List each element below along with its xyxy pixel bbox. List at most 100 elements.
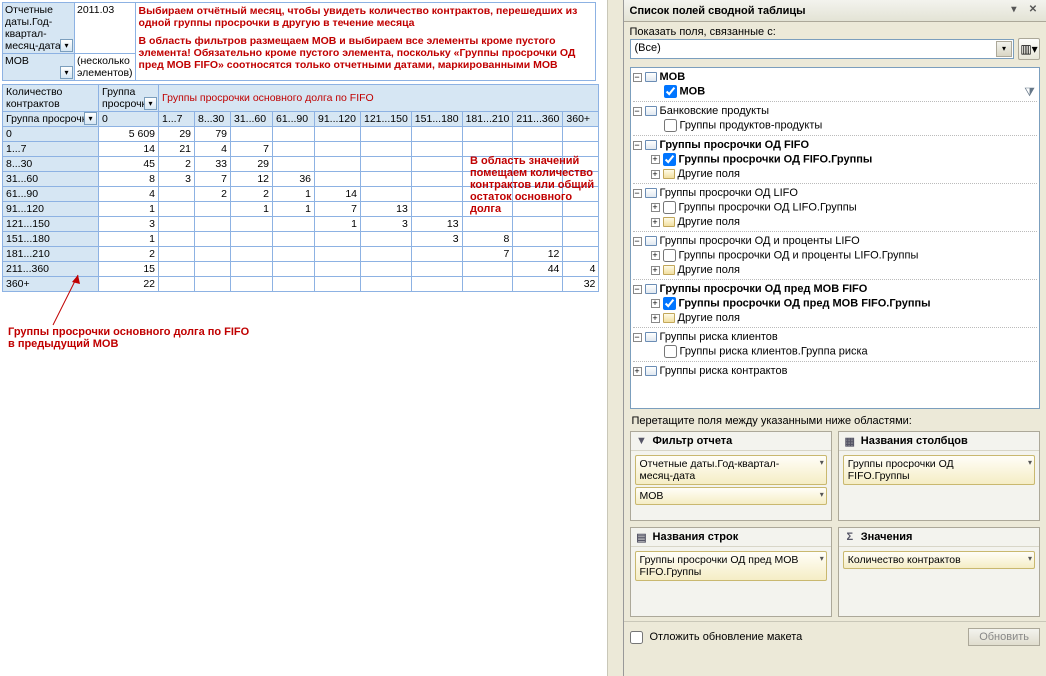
expand-icon[interactable]: + (633, 367, 642, 376)
tree-group[interactable]: −Группы просрочки ОД и проценты LIFO (633, 234, 1038, 248)
expand-icon[interactable]: + (651, 155, 660, 164)
row-header[interactable]: 1...7 (3, 142, 99, 157)
column-field-header[interactable]: Группа просрочки▾ (99, 85, 159, 112)
row-header[interactable]: 181...210 (3, 247, 99, 262)
field-chip[interactable]: Количество контрактов▾ (843, 551, 1035, 569)
data-cell (315, 142, 361, 157)
column-header[interactable]: 1...7 (159, 112, 195, 127)
expand-icon[interactable]: + (651, 266, 660, 275)
close-icon[interactable]: ✕ (1026, 4, 1040, 18)
column-header[interactable]: 61...90 (273, 112, 315, 127)
expand-icon[interactable]: + (651, 203, 660, 212)
chevron-down-icon[interactable]: ▾ (144, 97, 157, 110)
expand-icon[interactable]: − (633, 237, 642, 246)
tree-field[interactable]: +Группы просрочки ОД пред MOB FIFO.Групп… (633, 296, 1038, 311)
filter-dropdown-icon[interactable]: ▾ (60, 66, 73, 79)
column-header[interactable]: 31...60 (231, 112, 273, 127)
tree-field[interactable]: +Другие поля (633, 215, 1038, 229)
tree-group[interactable]: −Банковские продукты (633, 104, 1038, 118)
expand-icon[interactable]: + (651, 314, 660, 323)
field-checkbox[interactable] (664, 119, 677, 132)
data-cell: 2 (159, 157, 195, 172)
field-checkbox[interactable] (664, 85, 677, 98)
tree-group[interactable]: +Группы риска контрактов (633, 364, 1038, 378)
tree-field[interactable]: Группы риска клиентов.Группа риска (633, 344, 1038, 359)
column-header[interactable]: 181...210 (462, 112, 513, 127)
column-header[interactable]: 121...150 (361, 112, 412, 127)
arrow-annotation (48, 270, 88, 330)
column-header[interactable]: 8...30 (195, 112, 231, 127)
field-chip[interactable]: Группы просрочки ОД FIFO.Группы▾ (843, 455, 1035, 485)
chevron-down-icon[interactable]: ▾ (820, 458, 824, 467)
data-cell: 13 (411, 217, 462, 232)
expand-icon[interactable]: − (633, 333, 642, 342)
expand-icon[interactable]: − (633, 107, 642, 116)
tree-field[interactable]: +Другие поля (633, 263, 1038, 277)
chevron-down-icon[interactable]: ▾ (1028, 458, 1032, 467)
chevron-down-icon[interactable]: ▾ (996, 41, 1012, 57)
field-checkbox[interactable] (663, 201, 676, 214)
tree-field[interactable]: +Другие поля (633, 167, 1038, 181)
expand-icon[interactable]: − (633, 189, 642, 198)
related-combo[interactable]: (Все) ▾ (630, 39, 1015, 59)
expand-icon[interactable]: + (651, 170, 660, 179)
tree-group[interactable]: −Группы просрочки ОД FIFO (633, 138, 1038, 152)
field-checkbox[interactable] (663, 249, 676, 262)
column-header[interactable]: 151...180 (411, 112, 462, 127)
zone-row-labels[interactable]: ▤Названия строк Группы просрочки ОД пред… (630, 527, 832, 617)
filter-icon[interactable]: ⧩ (1024, 85, 1035, 100)
field-checkbox[interactable] (663, 153, 676, 166)
vertical-scrollbar[interactable] (607, 0, 623, 676)
tree-field[interactable]: +Группы просрочки ОД и проценты LIFO.Гру… (633, 248, 1038, 263)
expand-icon[interactable]: − (633, 73, 642, 82)
row-header[interactable]: 0 (3, 127, 99, 142)
zone-values[interactable]: ΣЗначения Количество контрактов▾ (838, 527, 1040, 617)
filter-date-value[interactable]: 2011.03 (75, 3, 136, 54)
column-header[interactable]: 91...120 (315, 112, 361, 127)
expand-icon[interactable]: + (651, 299, 660, 308)
field-tree[interactable]: −MOBMOB⧩ −Банковские продуктыГруппы проду… (630, 67, 1041, 409)
field-checkbox[interactable] (664, 345, 677, 358)
row-header[interactable]: 91...120 (3, 202, 99, 217)
tree-group[interactable]: −Группы просрочки ОД пред MOB FIFO (633, 282, 1038, 296)
field-checkbox[interactable] (663, 297, 676, 310)
zone-report-filter[interactable]: ▼Фильтр отчета Отчетные даты.Год-квартал… (630, 431, 832, 521)
defer-checkbox-input[interactable] (630, 631, 643, 644)
row-header[interactable]: 61...90 (3, 187, 99, 202)
expand-icon[interactable]: + (651, 218, 660, 227)
expand-icon[interactable]: − (633, 285, 642, 294)
field-chip[interactable]: Группы просрочки ОД пред MOB FIFO.Группы… (635, 551, 827, 581)
layout-options-button[interactable]: ▥▾ (1018, 38, 1040, 60)
tree-field[interactable]: +Группы просрочки ОД FIFO.Группы (633, 152, 1038, 167)
update-button[interactable]: Обновить (968, 628, 1040, 646)
tree-field[interactable]: +Группы просрочки ОД LIFO.Группы (633, 200, 1038, 215)
expand-icon[interactable]: + (651, 251, 660, 260)
column-header[interactable]: 0 (99, 112, 159, 127)
tree-field[interactable]: Группы продуктов-продукты (633, 118, 1038, 133)
expand-icon[interactable]: − (633, 141, 642, 150)
filter-mob-value[interactable]: (несколько элементов) (75, 54, 136, 81)
filter-dropdown-icon[interactable]: ▾ (60, 39, 73, 52)
row-field-header[interactable]: Группа просрочки▾ (3, 112, 99, 127)
zone-column-labels[interactable]: ▦Названия столбцов Группы просрочки ОД F… (838, 431, 1040, 521)
defer-checkbox[interactable]: Отложить обновление макета (630, 631, 803, 644)
column-header[interactable]: 360+ (563, 112, 599, 127)
data-cell (361, 142, 412, 157)
row-header[interactable]: 31...60 (3, 172, 99, 187)
chevron-down-icon[interactable]: ▾ (84, 112, 97, 125)
field-chip[interactable]: MOB▾ (635, 487, 827, 505)
field-chip[interactable]: Отчетные даты.Год-квартал-месяц-дата▾ (635, 455, 827, 485)
chevron-down-icon[interactable]: ▾ (820, 490, 824, 499)
tree-field[interactable]: MOB⧩ (633, 84, 1038, 99)
chevron-down-icon[interactable]: ▾ (1028, 554, 1032, 563)
column-header[interactable]: 211...360 (513, 112, 563, 127)
chevron-down-icon[interactable]: ▾ (820, 554, 824, 563)
tree-field[interactable]: +Другие поля (633, 311, 1038, 325)
row-header[interactable]: 151...180 (3, 232, 99, 247)
row-header[interactable]: 121...150 (3, 217, 99, 232)
row-header[interactable]: 8...30 (3, 157, 99, 172)
dropdown-icon[interactable]: ▾ (1007, 4, 1021, 18)
tree-group[interactable]: −Группы риска клиентов (633, 330, 1038, 344)
tree-group[interactable]: −MOB (633, 70, 1038, 84)
tree-group[interactable]: −Группы просрочки ОД LIFO (633, 186, 1038, 200)
